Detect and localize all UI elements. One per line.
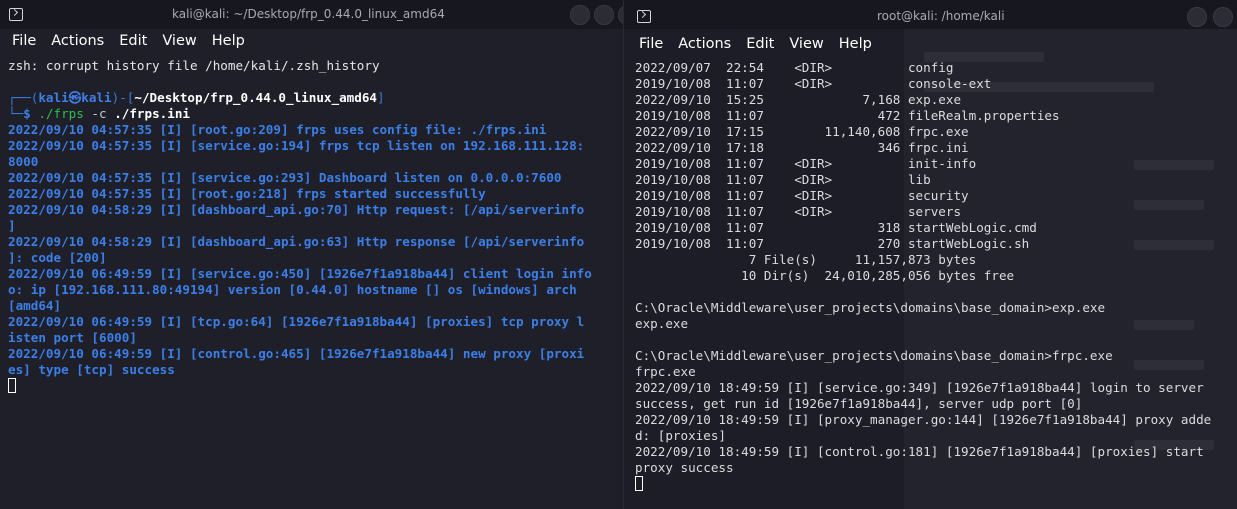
log-line: 2022/09/10 04:58:29 [I] [dashboard_api.g… <box>8 202 585 217</box>
prompt-line-bottom: └─$ ./frps -c ./frps.ini <box>8 106 191 121</box>
output-line: 2019/10/08 11:07 <DIR> init-info <box>635 156 977 171</box>
output-line: 2022/09/10 17:15 11,140,608 frpc.exe <box>635 124 969 139</box>
output-line: d: [proxies] <box>635 428 726 443</box>
output-line: 2019/10/08 11:07 <DIR> servers <box>635 204 962 219</box>
output-line: 2019/10/08 11:07 <DIR> lib <box>635 172 931 187</box>
output-line: 2019/10/08 11:07 472 fileRealm.propertie… <box>635 108 1060 123</box>
right-terminal-window[interactable]: root@kali: /home/kali File Actions Edit … <box>623 0 1237 509</box>
output-line: 2022/09/10 18:49:59 [I] [proxy_manager.g… <box>635 412 1212 427</box>
log-line: 2022/09/10 06:49:59 [I] [service.go:450]… <box>8 266 592 281</box>
maximize-button[interactable] <box>1213 7 1233 27</box>
menu-view[interactable]: View <box>789 33 823 57</box>
log-line: 2022/09/10 04:57:35 [I] [service.go:293]… <box>8 170 562 185</box>
terminal-cursor <box>8 378 16 393</box>
output-line: ​ <box>635 332 1211 348</box>
minimize-button[interactable] <box>1187 7 1207 27</box>
left-terminal-output[interactable]: zsh: corrupt history file /home/kali/.zs… <box>8 58 592 394</box>
log-line: 8000 <box>8 154 39 169</box>
log-line: 2022/09/10 04:58:29 [I] [dashboard_api.g… <box>8 234 585 249</box>
output-line: frpc.exe <box>635 364 696 379</box>
prompt-path: ~/Desktop/frp_0.44.0_linux_amd64 <box>134 90 377 105</box>
menu-actions[interactable]: Actions <box>51 30 104 54</box>
left-titlebar[interactable]: kali@kali: ~/Desktop/frp_0.44.0_linux_am… <box>0 0 623 29</box>
log-line: isten port [6000] <box>8 330 137 345</box>
prompt-user: kali㉿kali <box>38 90 112 105</box>
log-line: o: ip [192.168.111.80:49194] version [0.… <box>8 282 577 297</box>
log-line: ]: code [200] <box>8 250 107 265</box>
menu-view[interactable]: View <box>162 30 196 54</box>
output-line: 2019/10/08 11:07 <DIR> console-ext <box>635 76 992 91</box>
output-line: 2019/10/08 11:07 <DIR> security <box>635 188 969 203</box>
menu-help[interactable]: Help <box>212 30 245 54</box>
menu-actions[interactable]: Actions <box>678 33 731 57</box>
prompt-line-top: ┌──(kali㉿kali)-[~/Desktop/frp_0.44.0_lin… <box>8 90 385 105</box>
left-terminal-window[interactable]: kali@kali: ~/Desktop/frp_0.44.0_linux_am… <box>0 0 623 509</box>
left-menubar: File Actions Edit View Help <box>12 30 260 54</box>
output-line: C:\Oracle\Middleware\user_projects\domai… <box>635 300 1106 315</box>
menu-edit[interactable]: Edit <box>746 33 774 57</box>
menu-help[interactable]: Help <box>839 33 872 57</box>
output-line: 2022/09/10 18:49:59 [I] [service.go:349]… <box>635 380 1204 395</box>
output-line: proxy success <box>635 460 734 475</box>
right-window-title: root@kali: /home/kali <box>877 9 1005 23</box>
log-line: 2022/09/10 04:57:35 [I] [root.go:218] fr… <box>8 186 486 201</box>
log-line: 2022/09/10 04:57:35 [I] [root.go:209] fr… <box>8 122 547 137</box>
terminal-icon <box>9 8 23 21</box>
output-line: C:\Oracle\Middleware\user_projects\domai… <box>635 348 1113 363</box>
output-line: 2022/09/10 15:25 7,168 exp.exe <box>635 92 962 107</box>
right-menubar: File Actions Edit View Help <box>639 33 887 57</box>
output-line: exp.exe <box>635 316 689 331</box>
output-line: 2022/09/10 17:18 346 frpc.ini <box>635 140 969 155</box>
log-line: 2022/09/10 06:49:59 [I] [tcp.go:64] [192… <box>8 314 585 329</box>
left-window-title: kali@kali: ~/Desktop/frp_0.44.0_linux_am… <box>172 7 445 21</box>
maximize-button[interactable] <box>594 5 614 25</box>
command-name: ./frps <box>38 106 84 121</box>
right-titlebar[interactable]: root@kali: /home/kali <box>624 0 1237 29</box>
right-terminal-output[interactable]: 2022/09/07 22:54 <DIR> config 2019/10/08 … <box>635 60 1211 492</box>
output-line: 2022/09/07 22:54 <DIR> config <box>635 60 954 75</box>
log-line: 2022/09/10 04:57:35 [I] [service.go:194]… <box>8 138 585 153</box>
log-line: [amd64] <box>8 298 62 313</box>
terminal-icon <box>637 10 651 23</box>
output-line: 2019/10/08 11:07 318 startWebLogic.cmd <box>635 220 1037 235</box>
menu-file[interactable]: File <box>639 33 663 57</box>
log-line: ] <box>8 218 16 233</box>
log-line: 2022/09/10 06:49:59 [I] [control.go:465]… <box>8 346 585 361</box>
menu-edit[interactable]: Edit <box>119 30 147 54</box>
minimize-button[interactable] <box>570 5 590 25</box>
output-line: 2019/10/08 11:07 270 startWebLogic.sh <box>635 236 1030 251</box>
command-arg: ./frps.ini <box>114 106 191 121</box>
menu-file[interactable]: File <box>12 30 36 54</box>
output-line: success, get run id [1926e7f1a918ba44], … <box>635 396 1083 411</box>
output-line: 7 File(s) 11,157,873 bytes <box>635 252 977 267</box>
terminal-cursor <box>635 476 643 491</box>
zsh-warning: zsh: corrupt history file /home/kali/.zs… <box>8 58 380 73</box>
output-line: 2022/09/10 18:49:59 [I] [control.go:181]… <box>635 444 1204 459</box>
output-line: 10 Dir(s) 24,010,285,056 bytes free <box>635 268 1015 283</box>
output-line: ​ <box>635 284 1211 300</box>
log-line: es] type [tcp] success <box>8 362 175 377</box>
